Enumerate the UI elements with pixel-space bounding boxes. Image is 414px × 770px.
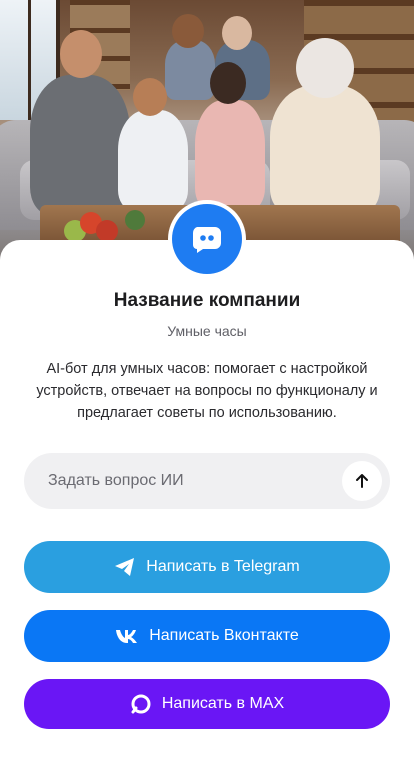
person-head bbox=[172, 14, 204, 48]
person-girl bbox=[195, 100, 265, 210]
company-name: Название компании bbox=[113, 290, 301, 311]
person-girl bbox=[118, 110, 188, 210]
telegram-button-label: Написать в Telegram bbox=[146, 558, 300, 575]
company-subtitle: Умные часы bbox=[167, 323, 247, 339]
fruit bbox=[96, 220, 118, 242]
person-head bbox=[222, 16, 252, 50]
ask-ai-input[interactable]: Задать вопрос ИИ bbox=[24, 453, 390, 509]
person-head bbox=[296, 38, 354, 98]
vk-button[interactable]: Написать Вконтакте bbox=[24, 610, 390, 662]
telegram-icon bbox=[114, 557, 136, 577]
max-icon bbox=[130, 693, 152, 715]
chat-bot-icon bbox=[172, 204, 242, 274]
plant bbox=[125, 210, 145, 230]
person-child-back bbox=[165, 40, 215, 100]
vk-button-label: Написать Вконтакте bbox=[149, 627, 299, 644]
company-avatar bbox=[168, 200, 246, 278]
arrow-up-icon[interactable] bbox=[342, 461, 382, 501]
vk-icon bbox=[115, 628, 139, 644]
telegram-button[interactable]: Написать в Telegram bbox=[24, 541, 390, 593]
company-description: AI-бот для умных часов: помогает с настр… bbox=[36, 361, 378, 421]
person-grandmother bbox=[270, 85, 380, 215]
max-button[interactable]: Написать в MAX bbox=[24, 679, 390, 729]
ask-ai-placeholder: Задать вопрос ИИ bbox=[48, 472, 184, 489]
person-head bbox=[60, 30, 102, 78]
person-head bbox=[133, 78, 167, 116]
person-head bbox=[210, 62, 246, 104]
person-father bbox=[30, 75, 130, 215]
max-button-label: Написать в MAX bbox=[161, 695, 285, 712]
